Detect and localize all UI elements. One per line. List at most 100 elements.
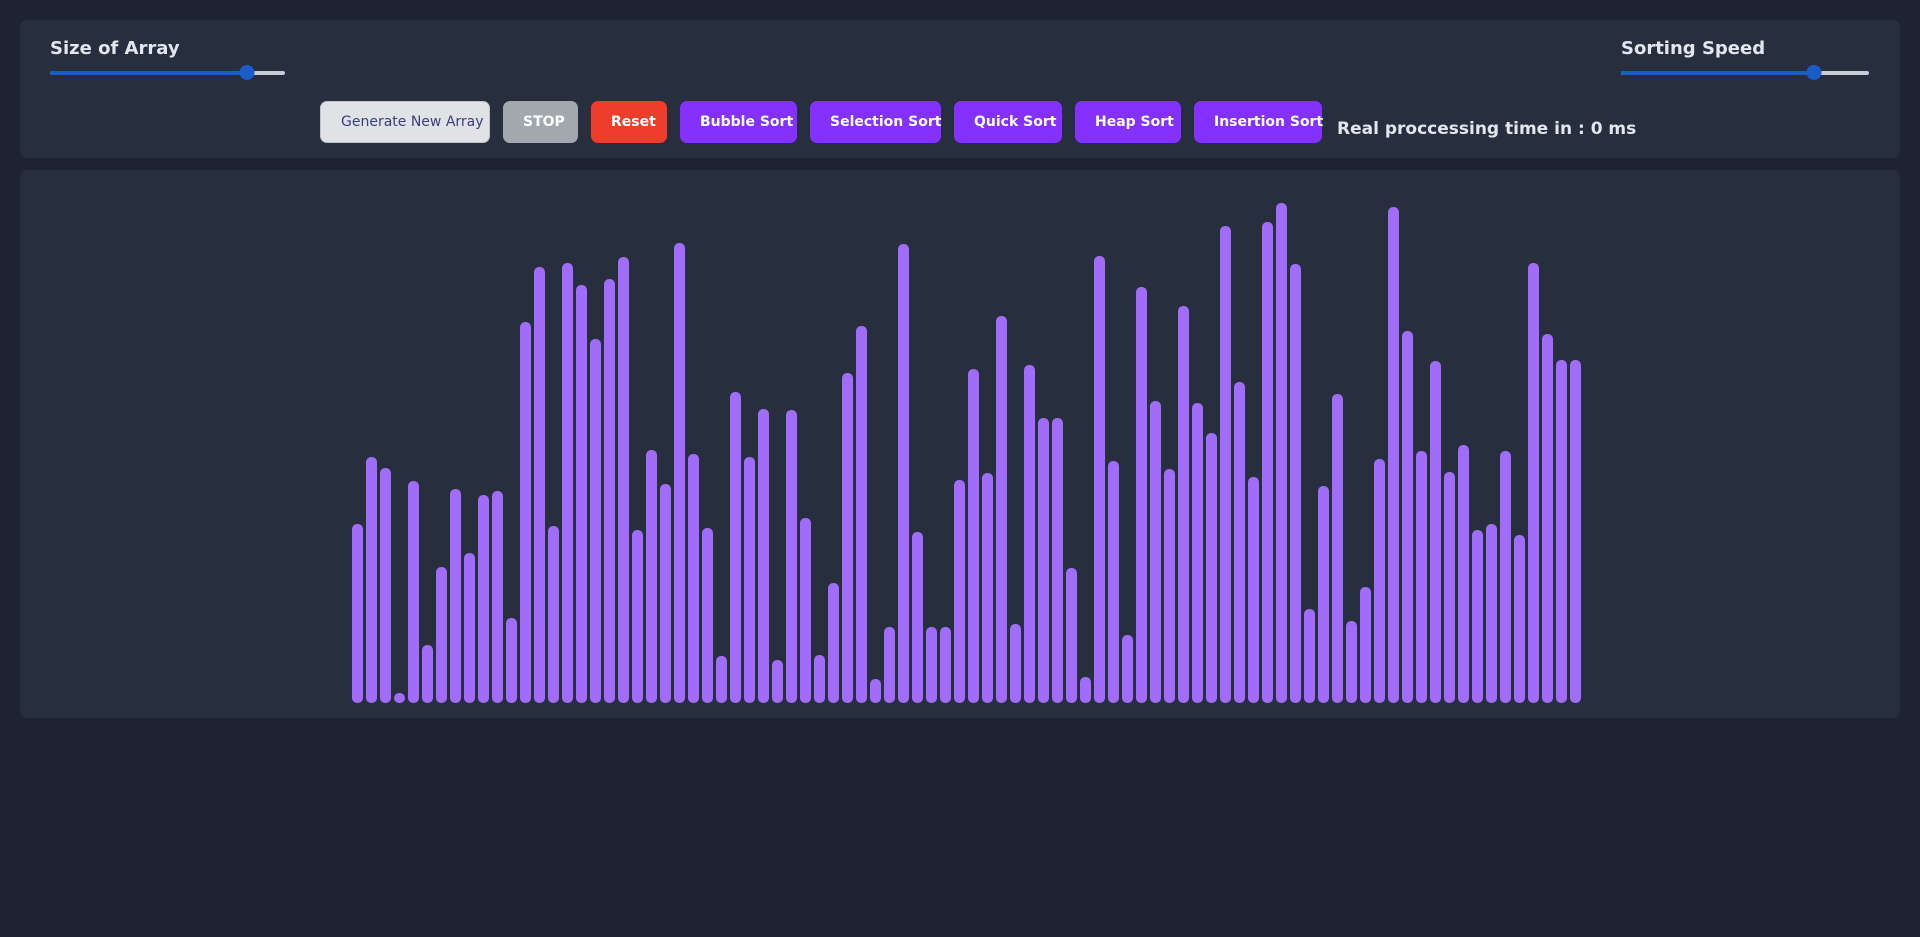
array-bar	[646, 450, 657, 703]
array-bar	[1276, 203, 1287, 703]
array-bar	[534, 267, 545, 703]
quick-sort-button[interactable]: Quick Sort	[954, 101, 1062, 143]
array-bar	[1080, 677, 1091, 703]
array-bar	[394, 693, 405, 703]
array-bar	[1346, 621, 1357, 703]
array-bar	[1458, 445, 1469, 703]
array-bar	[1262, 222, 1273, 703]
array-bar	[352, 524, 363, 703]
array-bar	[660, 484, 671, 703]
array-bar	[1528, 263, 1539, 703]
array-bar	[520, 322, 531, 703]
generate-new-array-button[interactable]: Generate New Array	[320, 101, 490, 143]
processing-time-text: Real proccessing time in : 0 ms	[1337, 119, 1637, 139]
array-bar	[1388, 207, 1399, 703]
array-bar	[702, 528, 713, 703]
array-bar	[1066, 568, 1077, 703]
array-bar	[436, 567, 447, 703]
array-bar	[1374, 459, 1385, 703]
array-bar	[604, 279, 615, 703]
array-bar	[1122, 635, 1133, 703]
array-bar	[1360, 587, 1371, 703]
array-bar	[408, 481, 419, 703]
reset-button[interactable]: Reset	[591, 101, 667, 143]
heap-sort-button[interactable]: Heap Sort	[1075, 101, 1181, 143]
array-bar	[576, 285, 587, 703]
array-bars	[20, 170, 1900, 718]
array-bar	[912, 532, 923, 703]
array-size-slider-thumb[interactable]	[239, 65, 255, 80]
array-bar	[1318, 486, 1329, 703]
array-bar	[1108, 461, 1119, 703]
array-bar	[1178, 306, 1189, 703]
array-bar	[380, 468, 391, 703]
array-bar	[758, 409, 769, 703]
array-bar	[1024, 365, 1035, 703]
array-bar	[968, 369, 979, 703]
array-bar	[716, 656, 727, 703]
array-bar	[1234, 382, 1245, 703]
array-bar	[562, 263, 573, 703]
array-bar	[674, 243, 685, 703]
array-bar	[1164, 469, 1175, 703]
array-bar	[1332, 394, 1343, 703]
array-bar	[478, 495, 489, 703]
array-bar	[1010, 624, 1021, 703]
array-bar	[1248, 477, 1259, 703]
array-bar	[450, 489, 461, 703]
array-bar	[814, 655, 825, 703]
sorting-speed-slider[interactable]	[1621, 65, 1869, 80]
bubble-sort-button[interactable]: Bubble Sort	[680, 101, 797, 143]
array-bar	[506, 618, 517, 703]
array-bar	[926, 627, 937, 703]
insertion-sort-button[interactable]: Insertion Sort	[1194, 101, 1323, 143]
array-bar	[884, 627, 895, 703]
array-bar	[1220, 226, 1231, 703]
array-bar	[618, 257, 629, 703]
array-bar	[1542, 334, 1553, 703]
array-bar	[800, 518, 811, 703]
array-visualizer-panel	[20, 170, 1900, 718]
array-bar	[982, 473, 993, 703]
sorting-speed-slider-thumb[interactable]	[1806, 65, 1822, 80]
array-bar	[898, 244, 909, 703]
array-bar	[870, 679, 881, 703]
array-bar	[1430, 361, 1441, 703]
array-bar	[548, 526, 559, 703]
array-bar	[856, 326, 867, 703]
array-bar	[772, 660, 783, 703]
array-size-label: Size of Array	[50, 38, 180, 59]
array-size-slider[interactable]	[50, 65, 285, 80]
sorting-speed-label: Sorting Speed	[1621, 38, 1766, 59]
array-bar	[1444, 472, 1455, 703]
array-bar	[744, 457, 755, 703]
array-bar	[940, 627, 951, 703]
array-bar	[1304, 609, 1315, 703]
array-bar	[366, 457, 377, 703]
array-bar	[730, 392, 741, 703]
array-bar	[464, 553, 475, 703]
array-bar	[1514, 535, 1525, 703]
stop-button[interactable]: STOP	[503, 101, 578, 143]
array-bar	[632, 530, 643, 703]
array-size-control: Size of Array	[50, 38, 285, 80]
array-bar	[1094, 256, 1105, 703]
array-bar	[828, 583, 839, 703]
array-bar	[786, 410, 797, 703]
array-bar	[1150, 401, 1161, 703]
array-size-slider-fill	[50, 71, 248, 75]
array-bar	[1052, 418, 1063, 703]
array-bar	[1472, 530, 1483, 703]
array-bar	[1402, 331, 1413, 703]
selection-sort-button[interactable]: Selection Sort	[810, 101, 941, 143]
array-bar	[590, 339, 601, 703]
array-bar	[1038, 418, 1049, 703]
array-bar	[954, 480, 965, 703]
array-bar	[842, 373, 853, 703]
array-bar	[422, 645, 433, 703]
array-bar	[1570, 360, 1581, 703]
array-bar	[1486, 524, 1497, 703]
array-bar	[1416, 451, 1427, 703]
array-bar	[688, 454, 699, 703]
array-bar	[492, 491, 503, 703]
